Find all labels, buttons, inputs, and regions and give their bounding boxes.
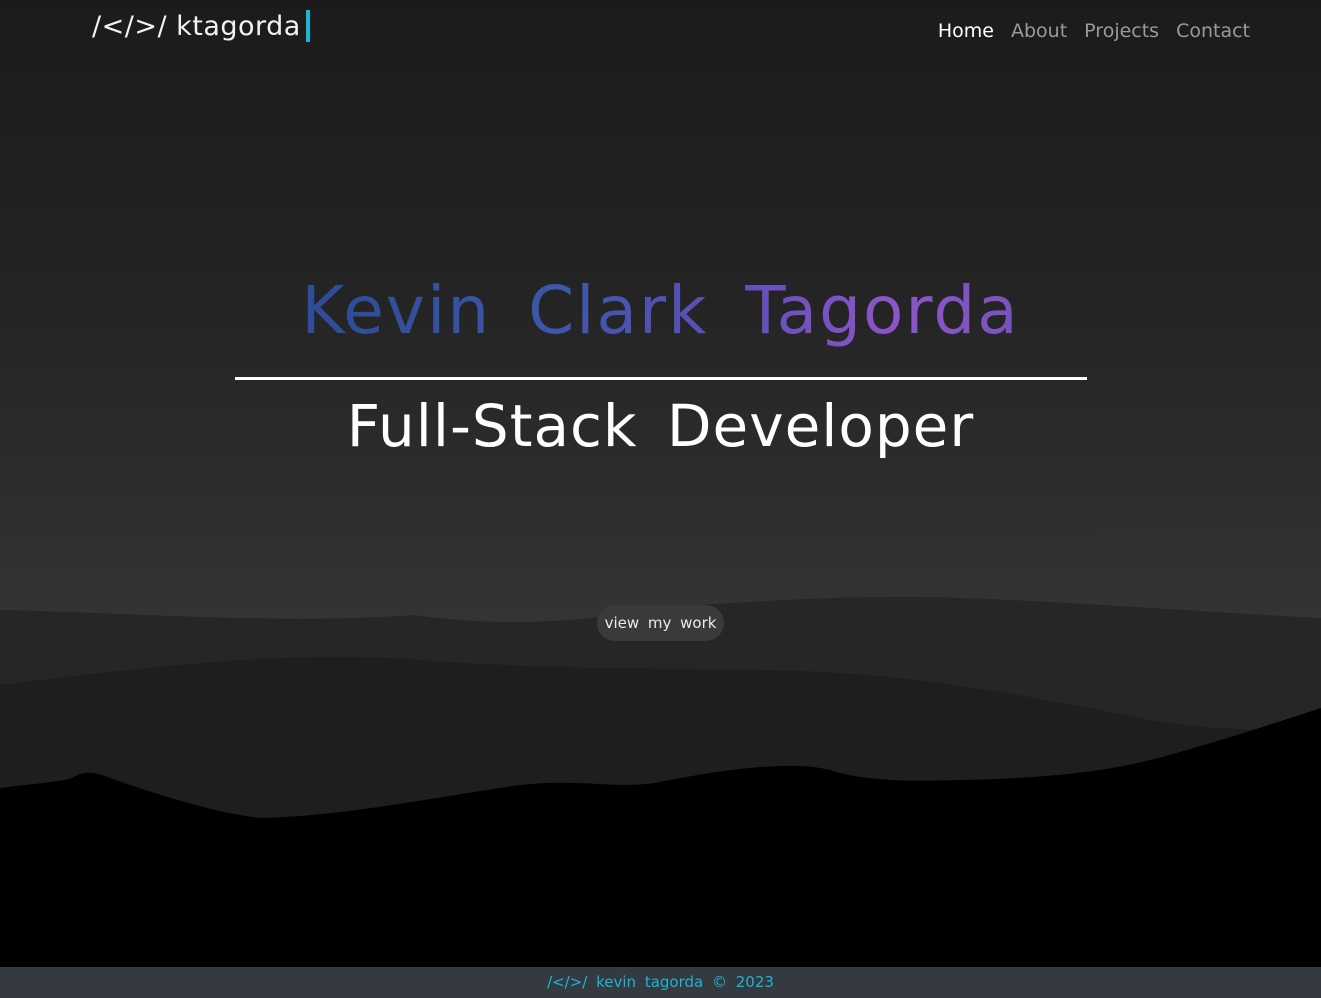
nav-link-about[interactable]: About: [1011, 20, 1067, 42]
footer: /</>/ kevin tagorda © 2023: [0, 967, 1321, 998]
nav-links: Home About Projects Contact: [938, 20, 1250, 42]
page: /</>/ ktagorda Home About Projects Conta…: [0, 0, 1321, 998]
nav-link-contact[interactable]: Contact: [1176, 20, 1250, 42]
hero-name: Kevin Clark Tagorda: [0, 272, 1321, 349]
footer-text: /</>/ kevin tagorda © 2023: [547, 973, 774, 991]
hero-title: Full-Stack Developer: [346, 392, 975, 460]
mountain-silhouettes: [0, 513, 1321, 998]
brand-logo[interactable]: /</>/ ktagorda: [92, 10, 310, 42]
nav-link-home[interactable]: Home: [938, 20, 994, 42]
hero-divider: [235, 377, 1087, 380]
nav-link-projects[interactable]: Projects: [1084, 20, 1159, 42]
brand-cursor: [305, 10, 310, 42]
top-navbar: /</>/ ktagorda Home About Projects Conta…: [0, 0, 1321, 64]
brand-text: /</>/ ktagorda: [92, 10, 301, 42]
view-my-work-button[interactable]: view my work: [597, 605, 724, 641]
